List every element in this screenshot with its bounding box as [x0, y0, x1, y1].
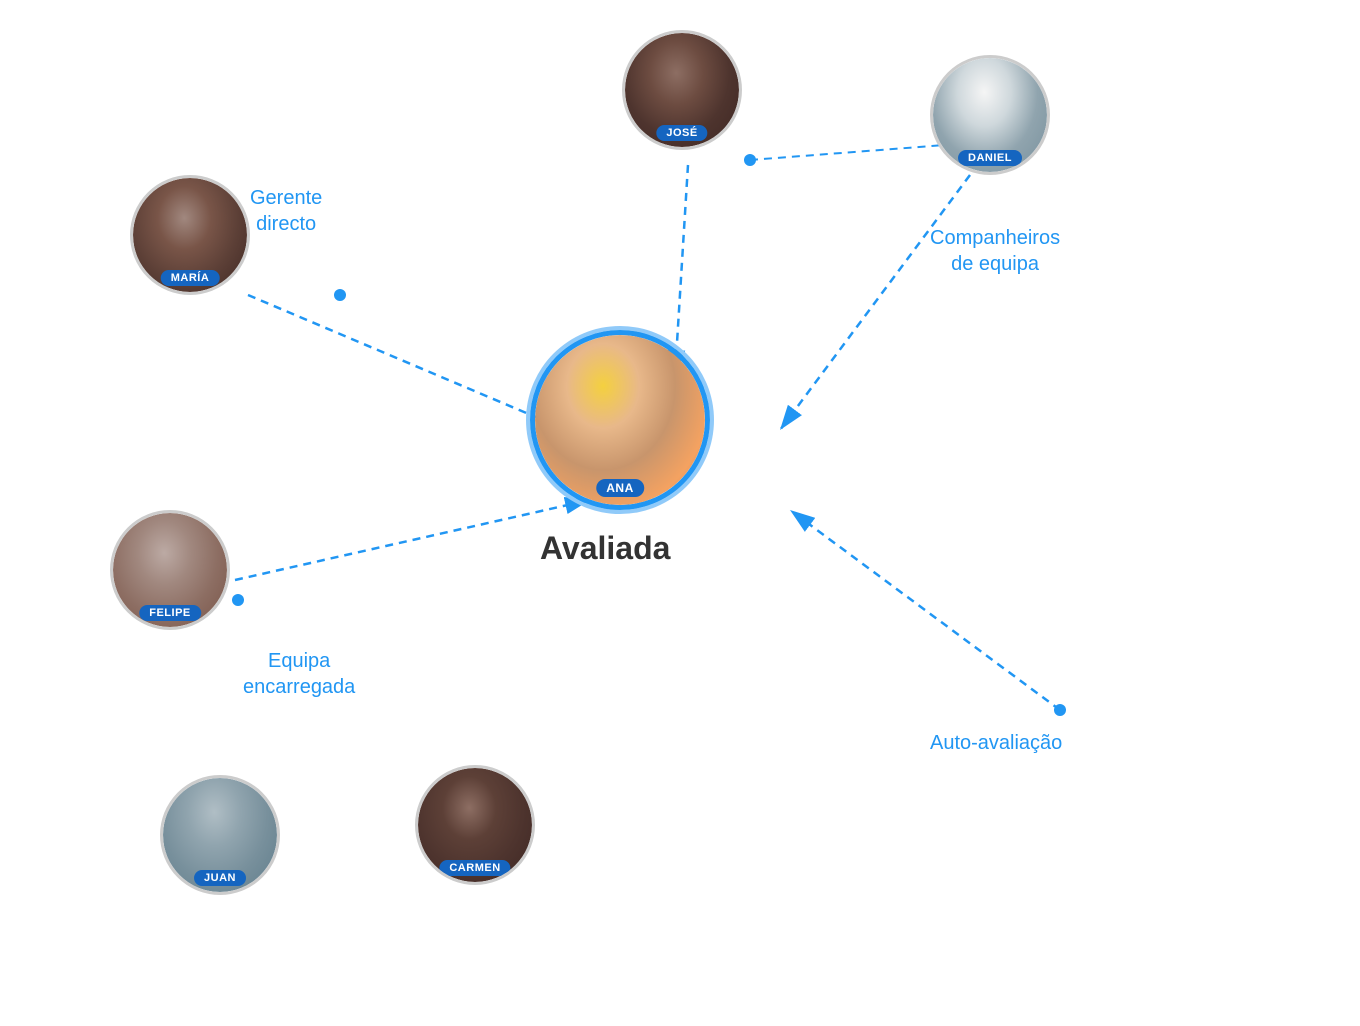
node-daniel[interactable]: DANIEL [930, 55, 1050, 175]
node-maria[interactable]: MARÍA [130, 175, 250, 295]
node-juan[interactable]: JUAN [160, 775, 280, 895]
node-carmen[interactable]: CARMEN [415, 765, 535, 885]
gerente-directo-label: Gerente directo [250, 185, 322, 237]
juan-avatar: JUAN [160, 775, 280, 895]
carmen-avatar: CARMEN [415, 765, 535, 885]
jose-name-badge: JOSÉ [656, 125, 707, 141]
maria-name-badge: MARÍA [161, 270, 220, 286]
carmen-name-badge: CARMEN [439, 860, 510, 876]
avaliada-label: Avaliada [540, 530, 670, 567]
maria-avatar: MARÍA [130, 175, 250, 295]
jose-avatar: JOSÉ [622, 30, 742, 150]
node-felipe[interactable]: FELIPE [110, 510, 230, 630]
juan-name-badge: JUAN [194, 870, 246, 886]
daniel-name-badge: DANIEL [958, 150, 1022, 166]
felipe-name-badge: FELIPE [139, 605, 201, 621]
companheiros-label: Companheiros de equipa [930, 225, 1060, 277]
auto-avaliacao-label: Auto-avaliação [930, 730, 1062, 756]
ana-avatar: ANA [530, 330, 710, 510]
ana-name-badge: ANA [596, 479, 644, 497]
equipa-label: Equipa encarregada [243, 648, 355, 700]
node-jose[interactable]: JOSÉ [622, 30, 742, 150]
daniel-avatar: DANIEL [930, 55, 1050, 175]
diagram-container: ANA Avaliada JOSÉ DANIEL MARÍA FEL [0, 0, 1360, 1026]
center-node-ana[interactable]: ANA [530, 330, 710, 510]
felipe-avatar: FELIPE [110, 510, 230, 630]
